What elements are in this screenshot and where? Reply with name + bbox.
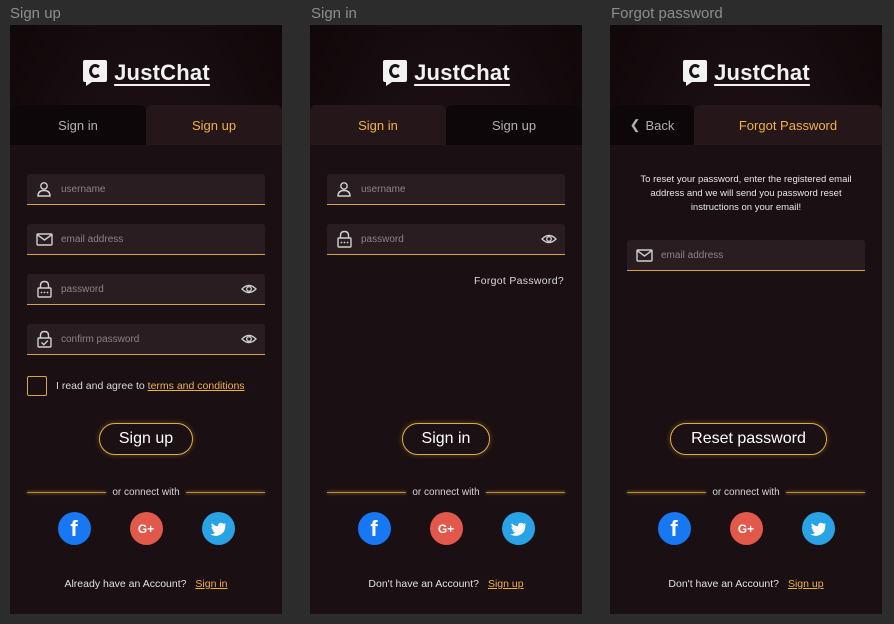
chat-logo-icon <box>83 60 108 86</box>
frame-label-forgot: Forgot password <box>611 5 723 22</box>
form-card: username password Forgot Password? Sign … <box>310 145 582 614</box>
signup-button[interactable]: Sign up <box>99 423 193 455</box>
footer: Don't have an Account? Sign up <box>310 578 582 590</box>
back-label: Back <box>645 117 675 133</box>
terms-agreement: I read and agree to terms and conditions <box>56 380 245 392</box>
brand-name: JustChat <box>114 60 210 85</box>
connect-with-label: or connect with <box>412 486 480 498</box>
brand-name: JustChat <box>714 60 810 85</box>
password-field[interactable]: password <box>27 274 265 305</box>
email-field[interactable]: email address <box>27 224 265 255</box>
lock-icon <box>327 230 361 248</box>
logo: JustChat <box>610 59 882 87</box>
frame-label-signup: Sign up <box>10 5 61 22</box>
footer-text: Already have an Account? <box>64 578 187 590</box>
chat-logo-icon <box>383 60 408 86</box>
agree-text: I read and agree to <box>56 380 145 392</box>
twitter-button[interactable] <box>201 512 235 545</box>
divider-line <box>785 491 866 493</box>
tab-signin[interactable]: Sign in <box>310 105 446 145</box>
username-placeholder: username <box>61 183 106 195</box>
signup-screen: JustChat Sign in Sign up username email … <box>10 25 282 614</box>
eye-icon[interactable] <box>241 331 257 347</box>
facebook-button[interactable]: f <box>657 512 691 545</box>
confirm-password-placeholder: confirm password <box>61 333 140 345</box>
signin-link[interactable]: Sign in <box>195 578 227 590</box>
facebook-button[interactable]: f <box>357 512 391 545</box>
twitter-bird-icon <box>809 522 826 536</box>
signup-link[interactable]: Sign up <box>788 578 824 590</box>
chat-logo-icon <box>683 60 708 86</box>
email-placeholder: email address <box>61 233 124 245</box>
connect-divider: or connect with <box>627 485 866 499</box>
brand-name: JustChat <box>414 60 510 85</box>
auth-tabs: Sign in Sign up <box>310 105 582 145</box>
social-buttons: f G+ <box>610 512 882 545</box>
password-placeholder: password <box>361 233 404 245</box>
password-placeholder: password <box>61 283 104 295</box>
eye-icon[interactable] <box>241 281 257 297</box>
divider-line <box>327 491 407 493</box>
forgot-password-screen: JustChat ❮ Back Forgot Password To reset… <box>610 25 882 614</box>
signin-screen: JustChat Sign in Sign up username passwo… <box>310 25 582 614</box>
divider-line <box>627 491 707 493</box>
facebook-button[interactable]: f <box>57 512 91 545</box>
tab-forgot-password: Forgot Password <box>694 105 882 145</box>
divider-line <box>27 491 107 493</box>
reset-instructions: To reset your password, enter the regist… <box>640 174 852 213</box>
username-field[interactable]: username <box>27 174 265 205</box>
google-plus-button[interactable]: G+ <box>729 512 763 545</box>
google-plus-button[interactable]: G+ <box>429 512 463 545</box>
form-card: To reset your password, enter the regist… <box>610 145 882 614</box>
footer: Already have an Account? Sign in <box>10 578 282 590</box>
auth-tabs: Sign in Sign up <box>10 105 282 145</box>
confirm-password-field[interactable]: confirm password <box>27 324 265 355</box>
connect-with-label: or connect with <box>712 486 780 498</box>
footer-text: Don't have an Account? <box>368 578 480 590</box>
mail-icon <box>27 232 61 246</box>
reset-password-button[interactable]: Reset password <box>670 423 827 455</box>
divider-line <box>485 491 566 493</box>
forgot-password-link[interactable]: Forgot Password? <box>474 275 564 287</box>
terms-checkbox[interactable] <box>27 376 47 396</box>
user-icon <box>27 181 61 197</box>
forgot-tabs: ❮ Back Forgot Password <box>610 105 882 145</box>
twitter-bird-icon <box>209 522 226 536</box>
logo: JustChat <box>10 59 282 87</box>
divider-line <box>185 491 266 493</box>
email-field[interactable]: email address <box>627 240 865 271</box>
back-button[interactable]: ❮ Back <box>610 105 694 145</box>
signin-button[interactable]: Sign in <box>402 423 490 455</box>
mail-icon <box>627 248 661 262</box>
password-field[interactable]: password <box>327 224 565 255</box>
social-buttons: f G+ <box>310 512 582 545</box>
social-buttons: f G+ <box>10 512 282 545</box>
lock-check-icon <box>27 330 61 348</box>
email-placeholder: email address <box>661 249 724 261</box>
footer: Don't have an Account? Sign up <box>610 578 882 590</box>
footer-text: Don't have an Account? <box>668 578 780 590</box>
chevron-left-icon: ❮ <box>629 117 641 132</box>
terms-link[interactable]: terms and conditions <box>148 380 245 392</box>
twitter-bird-icon <box>509 522 526 536</box>
signup-link[interactable]: Sign up <box>488 578 524 590</box>
frame-label-signin: Sign in <box>311 5 357 22</box>
google-plus-button[interactable]: G+ <box>129 512 163 545</box>
connect-with-label: or connect with <box>112 486 180 498</box>
twitter-button[interactable] <box>801 512 835 545</box>
tab-signup[interactable]: Sign up <box>146 105 282 145</box>
tab-signup[interactable]: Sign up <box>446 105 582 145</box>
lock-icon <box>27 280 61 298</box>
username-placeholder: username <box>361 183 406 195</box>
eye-icon[interactable] <box>541 231 557 247</box>
username-field[interactable]: username <box>327 174 565 205</box>
logo: JustChat <box>310 59 582 87</box>
form-card: username email address password confirm … <box>10 145 282 614</box>
connect-divider: or connect with <box>327 485 566 499</box>
user-icon <box>327 181 361 197</box>
twitter-button[interactable] <box>501 512 535 545</box>
tab-signin[interactable]: Sign in <box>10 105 146 145</box>
connect-divider: or connect with <box>27 485 266 499</box>
